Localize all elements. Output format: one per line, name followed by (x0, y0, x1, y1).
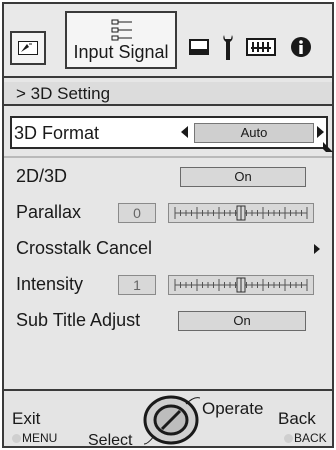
divider (4, 156, 332, 158)
menu-tab-bar: Input Signal (4, 4, 332, 78)
option-menu-icon (246, 38, 276, 56)
parallax-label: Parallax (16, 202, 82, 222)
tab-option[interactable] (244, 34, 278, 58)
parallax-slider-track (174, 205, 308, 221)
intensity-value: 1 (118, 275, 156, 295)
back-key-label[interactable]: BACK (294, 431, 327, 445)
3d-format-value[interactable]: Auto (194, 123, 314, 143)
menu-key-label[interactable]: MENU (22, 431, 57, 445)
exit-label: Exit (12, 409, 41, 428)
select-label: Select (88, 432, 133, 449)
control-bar: Exit MENU Select Operate Back BACK (4, 389, 332, 449)
display-icon (189, 39, 209, 55)
osd-menu-panel: Input Signal > 3D Setting 3D Format Auto… (2, 2, 334, 449)
tab-picture[interactable] (10, 31, 46, 65)
intensity-label: Intensity (16, 274, 84, 294)
arrow-right-icon[interactable] (317, 126, 324, 138)
breadcrumb: > 3D Setting (4, 82, 332, 106)
tab-display[interactable] (187, 34, 211, 60)
picture-icon (18, 41, 38, 55)
info-icon (291, 37, 311, 57)
back-button-dot (284, 434, 293, 443)
navigation-pad-icon[interactable] (142, 394, 200, 446)
intensity-slider-track (174, 277, 308, 293)
cursor-icon (323, 142, 333, 152)
menu-button-dot (12, 434, 21, 443)
input-signal-icon (111, 19, 132, 41)
sub-title-adjust-value[interactable]: On (178, 311, 306, 331)
tab-setup[interactable] (218, 32, 238, 62)
3d-format-label: 3D Format (14, 123, 100, 143)
2d-3d-label: 2D/3D (16, 166, 68, 186)
parallax-slider[interactable] (168, 203, 314, 223)
intensity-slider[interactable] (168, 275, 314, 295)
submenu-chevron-icon[interactable] (314, 244, 320, 254)
setup-wrench-icon (223, 35, 233, 60)
operate-label: Operate (202, 399, 264, 418)
setting-row-3d-format[interactable]: 3D Format Auto (10, 116, 333, 152)
sub-title-adjust-label: Sub Title Adjust (16, 310, 141, 330)
crosstalk-cancel-label: Crosstalk Cancel (16, 238, 153, 258)
tab-info[interactable] (288, 34, 314, 60)
tab-input-signal[interactable]: Input Signal (65, 11, 177, 69)
2d-3d-value[interactable]: On (180, 167, 306, 187)
arrow-left-icon[interactable] (181, 126, 188, 138)
back-label: Back (278, 409, 316, 428)
parallax-value: 0 (118, 203, 156, 223)
tab-input-signal-label: Input Signal (73, 42, 169, 62)
